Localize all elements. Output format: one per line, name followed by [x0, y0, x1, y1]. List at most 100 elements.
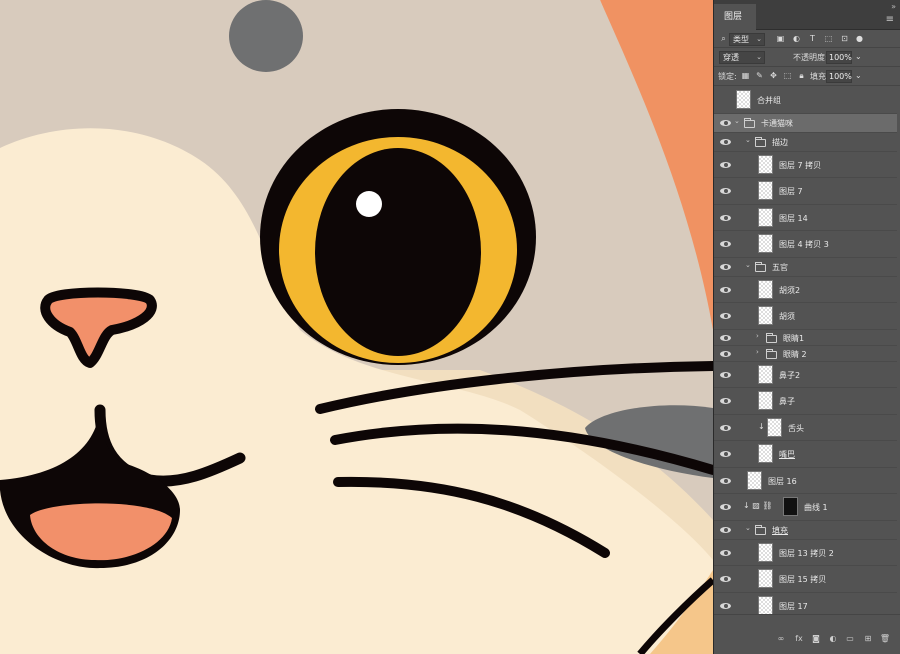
fill-dropdown-icon[interactable]: ⌄: [855, 71, 862, 80]
visibility-eye-icon[interactable]: [720, 286, 731, 294]
layer-group-row[interactable]: ⌄ 五官: [714, 258, 897, 277]
layer-name: 五官: [772, 263, 788, 272]
layer-row[interactable]: 图层 13 拷贝 2: [714, 540, 897, 566]
layer-group-row[interactable]: ⌄ 填充: [714, 521, 897, 540]
visibility-eye-icon[interactable]: [720, 312, 731, 320]
new-group-icon[interactable]: ▭: [844, 633, 856, 645]
visibility-eye-icon[interactable]: [720, 350, 731, 358]
chevron-down-icon[interactable]: ⌄: [745, 136, 751, 144]
blend-mode-select[interactable]: 穿透 ⌄: [719, 51, 765, 64]
eye-icon-pupil: [724, 425, 728, 430]
visibility-eye-icon[interactable]: [720, 575, 731, 583]
visibility-eye-icon[interactable]: [720, 214, 731, 222]
visibility-eye-icon[interactable]: [720, 397, 731, 405]
layer-name: 图层 13 拷贝 2: [779, 548, 834, 558]
layer-group-row[interactable]: › 眼睛 2: [714, 346, 897, 362]
chevron-right-icon[interactable]: ›: [756, 348, 759, 356]
layer-row[interactable]: 鼻子2: [714, 362, 897, 388]
layer-group-row[interactable]: ⌄ 卡通猫咪: [714, 113, 897, 133]
filter-smart-object-icon[interactable]: ⊡: [840, 34, 849, 43]
layers-panel: 图层 » ≡ ⌕ 类型 ⌄ ▣ ◐ T ⬚ ⊡ ● 穿透 ⌄ 不透明度: 100% …: [713, 0, 900, 654]
eye-icon-pupil: [724, 162, 728, 167]
visibility-eye-icon[interactable]: [720, 526, 731, 534]
filter-shape-icon[interactable]: ⬚: [824, 34, 833, 43]
visibility-eye-icon[interactable]: [720, 334, 731, 342]
layer-row[interactable]: 图层 17: [714, 593, 897, 614]
mask-icon[interactable]: ◙: [810, 633, 822, 645]
layer-thumbnail: [758, 154, 773, 174]
chevron-down-icon[interactable]: ⌄: [734, 117, 740, 125]
filter-type-icon[interactable]: T: [808, 34, 817, 43]
lock-all-icon[interactable]: 🔒︎: [797, 71, 806, 80]
panel-menu-icon[interactable]: ≡: [886, 14, 894, 25]
lock-artboard-icon[interactable]: ⬚: [783, 71, 792, 80]
layer-group-row[interactable]: › 眼睛1: [714, 330, 897, 346]
visibility-eye-icon[interactable]: [720, 96, 731, 104]
visibility-eye-icon[interactable]: [720, 503, 731, 511]
filter-adjustment-icon[interactable]: ◐: [792, 34, 801, 43]
layer-thumbnail: [736, 90, 751, 110]
eye-highlight: [356, 191, 382, 217]
visibility-eye-icon[interactable]: [720, 119, 731, 127]
layer-group-row[interactable]: ⌄ 描边: [714, 133, 897, 152]
eye-icon-pupil: [724, 335, 728, 340]
layer-name: 图层 16: [768, 476, 797, 486]
visibility-eye-icon[interactable]: [720, 371, 731, 379]
opacity-input[interactable]: 100%: [826, 51, 852, 64]
lock-position-icon[interactable]: ✥: [769, 71, 778, 80]
adjustment-icon[interactable]: ◐: [827, 633, 839, 645]
layer-thumbnail: [758, 595, 773, 614]
layer-mask-thumbnail: [783, 497, 798, 517]
visibility-eye-icon[interactable]: [720, 240, 731, 248]
layer-row[interactable]: 图层 14: [714, 205, 897, 231]
collapse-icon[interactable]: »: [891, 2, 896, 11]
filter-toggle-icon[interactable]: ●: [855, 34, 864, 43]
layer-row[interactable]: 图层 15 拷贝: [714, 566, 897, 593]
panel-footer: ∞ fx ◙ ◐ ▭ ⊞ 🗑︎: [714, 614, 900, 654]
visibility-eye-icon[interactable]: [720, 263, 731, 271]
layer-row[interactable]: 图层 4 拷贝 3: [714, 231, 897, 258]
visibility-eye-icon[interactable]: [720, 161, 731, 169]
chevron-down-icon[interactable]: ⌄: [745, 524, 751, 532]
layer-name: 嘴巴: [779, 450, 795, 460]
layer-row[interactable]: 图层 7: [714, 178, 897, 205]
eye-icon-pupil: [724, 603, 728, 608]
visibility-eye-icon[interactable]: [720, 450, 731, 458]
tab-layers[interactable]: 图层: [714, 4, 756, 30]
visibility-eye-icon[interactable]: [720, 187, 731, 195]
layer-row[interactable]: ↓ ▨ ⛓ 曲线 1: [714, 494, 897, 521]
visibility-eye-icon[interactable]: [720, 549, 731, 557]
link-icon[interactable]: ∞: [775, 633, 787, 645]
filter-pixel-icon[interactable]: ▣: [776, 34, 785, 43]
eye-icon-pupil: [724, 265, 728, 269]
lock-brush-icon[interactable]: ✎: [755, 71, 764, 80]
clipping-mask-icon: ↓: [758, 421, 765, 431]
folder-icon: [755, 137, 766, 147]
layers-list: 合并组 ⌄ 卡通猫咪 ⌄ 描边 图层 7 拷贝 图层 7 图层 14 图层 4 拷贝 3 ⌄ 五官胡…: [714, 87, 900, 614]
fill-input[interactable]: 100%: [826, 70, 852, 83]
visibility-eye-icon[interactable]: [720, 138, 731, 146]
layer-row[interactable]: 合并组: [714, 87, 897, 114]
visibility-eye-icon[interactable]: [720, 424, 731, 432]
layer-thumbnail: [747, 470, 762, 490]
visibility-eye-icon[interactable]: [720, 602, 731, 610]
filter-kind-select[interactable]: 类型 ⌄: [729, 33, 765, 46]
opacity-dropdown-icon[interactable]: ⌄: [855, 52, 862, 61]
fx-icon[interactable]: fx: [793, 633, 805, 645]
layer-row[interactable]: 图层 16: [714, 468, 897, 494]
lock-transparent-icon[interactable]: ▦: [741, 71, 750, 80]
layer-row[interactable]: 鼻子: [714, 388, 897, 415]
layer-row[interactable]: 嘴巴: [714, 441, 897, 468]
layer-row[interactable]: 胡须2: [714, 277, 897, 303]
trash-icon[interactable]: 🗑︎: [879, 633, 891, 645]
layer-row[interactable]: 胡须: [714, 303, 897, 330]
new-layer-icon[interactable]: ⊞: [862, 633, 874, 645]
layer-row[interactable]: ↓ 舌头: [714, 415, 897, 441]
layer-name: 填充: [772, 526, 788, 535]
chevron-down-icon[interactable]: ⌄: [745, 261, 751, 269]
visibility-eye-icon[interactable]: [720, 477, 731, 485]
chevron-right-icon[interactable]: ›: [756, 332, 759, 340]
layer-row[interactable]: 图层 7 拷贝: [714, 152, 897, 178]
eye-icon-pupil: [724, 528, 728, 532]
layer-name: 舌头: [788, 423, 804, 433]
